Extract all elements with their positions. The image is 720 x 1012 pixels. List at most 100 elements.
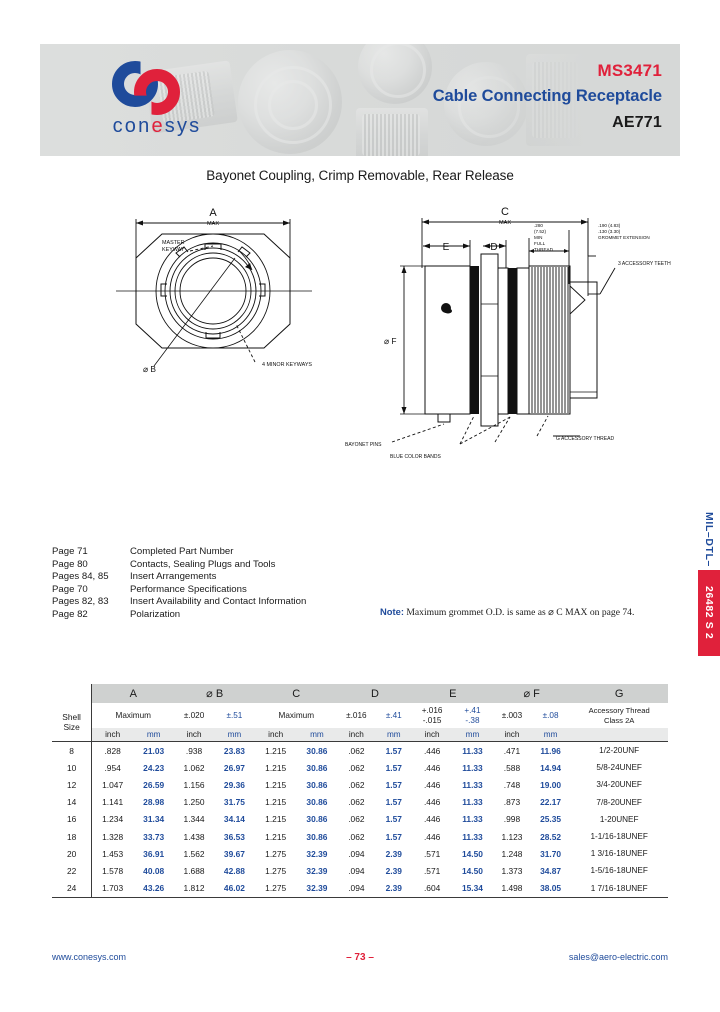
- svg-text:.130 (3.30): .130 (3.30): [598, 229, 621, 234]
- cell-shell-size: 24: [52, 879, 93, 898]
- tolerance-b-mm: ±.51: [213, 703, 256, 728]
- side-view-accessory-teeth-label: 3 ACCESSORY TEETH: [618, 261, 671, 267]
- cell-d-mm: 1.57: [385, 797, 402, 808]
- reference-row: Page 82 Polarization: [52, 609, 306, 622]
- svg-text:.280: .280: [534, 223, 543, 228]
- table-corner-cell: [52, 684, 93, 703]
- cell-e-mm: 11.33: [462, 797, 483, 808]
- tolerance-e-mm-plus: +.41: [464, 705, 481, 715]
- header-series-code: AE771: [612, 113, 662, 131]
- cell-f-mm: 11.96: [540, 745, 561, 756]
- reference-row: Page 80 Contacts, Sealing Plugs and Tool…: [52, 559, 306, 572]
- cell-c-in: 1.215: [265, 814, 287, 825]
- cell-f-in: .873: [503, 797, 521, 808]
- unit-d-mm: mm: [375, 728, 413, 742]
- unit-c-mm: mm: [296, 728, 338, 742]
- page-footer: www.conesys.com – 73 – sales@aero-electr…: [52, 952, 668, 966]
- cell-f-in: .471: [503, 745, 521, 756]
- side-view-grommet-extension-note: .190 (4.83) .130 (3.30) GROMMET EXTENSIO…: [598, 223, 650, 240]
- cell-accessory-thread: 5/8-24UNEF: [596, 763, 642, 773]
- table-row: 12 1.047 26.59 1.156 29.36 1.215 30.86 .062 1.57…: [52, 776, 668, 794]
- group-header-d: D: [337, 684, 413, 703]
- cell-accessory-thread: 3/4-20UNEF: [596, 780, 642, 790]
- cell-a-in: 1.234: [102, 814, 124, 825]
- cell-c-in: 1.275: [265, 883, 287, 894]
- cell-accessory-thread: 1-5/16-18UNEF: [590, 866, 648, 876]
- unit-a-inch: inch: [91, 728, 134, 742]
- cell-a-in: .954: [104, 762, 121, 773]
- cell-c-mm: 30.86: [306, 762, 328, 773]
- tolerance-e-mm: +.41 -.38: [451, 703, 494, 728]
- cell-c-mm: 32.39: [306, 865, 328, 876]
- cell-f-mm: 25.35: [540, 814, 562, 825]
- cell-e-mm: 15.34: [461, 883, 483, 894]
- reference-page: Pages 84, 85: [52, 571, 109, 583]
- group-header-e: E: [412, 684, 494, 703]
- shell-size-label-line2: Size: [63, 722, 80, 732]
- cell-d-mm: 1.57: [385, 814, 402, 825]
- cell-f-in: 1.373: [501, 865, 523, 876]
- tolerance-b-inch: ±.020: [174, 703, 214, 728]
- tolerance-e-inch: +.016 -.015: [412, 703, 452, 728]
- reference-description: Completed Part Number: [130, 546, 234, 557]
- front-view-dim-a-label: A: [209, 207, 217, 219]
- table-row: 22 1.578 40.08 1.688 42.88 1.275 32.39 .094 2.39…: [52, 862, 668, 880]
- cell-a-mm: 28.98: [143, 797, 165, 808]
- reference-description: Performance Specifications: [130, 583, 247, 595]
- cell-e-in: .571: [423, 865, 441, 876]
- cell-shell-size: 10: [52, 759, 93, 777]
- front-view-dim-a-sub: MAX: [207, 221, 219, 227]
- note-text: Maximum grommet O.D. is same as ⌀ C MAX …: [403, 607, 635, 618]
- table-row: 24 1.703 43.26 1.812 46.02 1.275 32.39 .094 2.39…: [52, 879, 668, 898]
- side-view-dim-e-label: E: [443, 242, 450, 253]
- cell-a-mm: 40.08: [143, 865, 165, 876]
- header-product-name: Cable Connecting Receptacle: [432, 87, 662, 105]
- svg-text:THREAD: THREAD: [534, 247, 554, 252]
- footer-website[interactable]: www.conesys.com: [52, 952, 126, 962]
- cell-f-mm: 28.52: [540, 831, 562, 842]
- reference-description: Insert Arrangements: [130, 571, 217, 583]
- cell-a-mm: 43.26: [143, 883, 165, 894]
- cell-e-in: .446: [423, 831, 441, 842]
- cell-accessory-thread: 1-20UNEF: [599, 814, 639, 824]
- cell-f-in: .748: [503, 779, 521, 790]
- cell-a-mm: 24.23: [143, 762, 165, 773]
- reference-description: Polarization: [130, 608, 181, 620]
- cell-f-mm: 31.70: [540, 848, 562, 859]
- unit-g-blank: [570, 728, 668, 742]
- cell-a-in: 1.703: [102, 883, 124, 894]
- cell-b-in: 1.062: [183, 762, 205, 773]
- cell-b-mm: 34.14: [223, 814, 245, 825]
- cell-f-in: 1.123: [501, 831, 523, 842]
- cell-a-mm: 33.73: [143, 831, 165, 842]
- tolerance-e-inch-minus: -.015: [422, 715, 442, 725]
- cell-b-mm: 29.36: [223, 779, 245, 790]
- cell-c-mm: 30.86: [306, 831, 328, 842]
- cell-f-in: .588: [503, 762, 521, 773]
- cell-f-mm: 14.94: [540, 762, 562, 773]
- svg-text:FULL: FULL: [534, 241, 546, 246]
- cell-accessory-thread: 1 3/16-18UNEF: [590, 849, 648, 859]
- unit-e-mm: mm: [451, 728, 494, 742]
- cell-e-mm: 11.33: [462, 814, 483, 825]
- reference-row: Page 71 Completed Part Number: [52, 546, 306, 559]
- reference-page: Pages 82, 83: [52, 596, 109, 608]
- dimensions-table-body: 8 .828 21.03 .938 23.83 1.215 30.86 .062 1.57 .44…: [52, 741, 668, 898]
- side-tab-upper-label: MIL–DTL–: [698, 508, 720, 570]
- svg-text:MIN: MIN: [534, 235, 542, 240]
- technical-drawing-area: A MAX MASTER KEYWAY ⌀ B 4 MINOR KEYWAYS …: [40, 196, 680, 466]
- cell-d-in: .062: [348, 779, 365, 790]
- cell-e-in: .604: [423, 883, 441, 894]
- table-row: 20 1.453 36.91 1.562 39.67 1.275 32.39 .094 2.39…: [52, 845, 668, 863]
- mil-spec-side-tab: MIL–DTL– 26482 S 2: [698, 508, 720, 656]
- cell-e-mm: 11.33: [462, 779, 483, 790]
- cell-b-in: 1.156: [183, 779, 205, 790]
- footer-email[interactable]: sales@aero-electric.com: [569, 952, 668, 962]
- page-reference-list: Page 71 Completed Part Number Page 80 Co…: [52, 546, 306, 622]
- cell-c-mm: 30.86: [306, 779, 328, 790]
- cell-c-in: 1.215: [265, 797, 287, 808]
- cell-f-mm: 22.17: [540, 797, 562, 808]
- cell-accessory-thread: 7/8-20UNEF: [596, 797, 642, 807]
- front-view-minor-keyways-label: 4 MINOR KEYWAYS: [262, 362, 312, 368]
- cell-b-in: 1.688: [183, 865, 205, 876]
